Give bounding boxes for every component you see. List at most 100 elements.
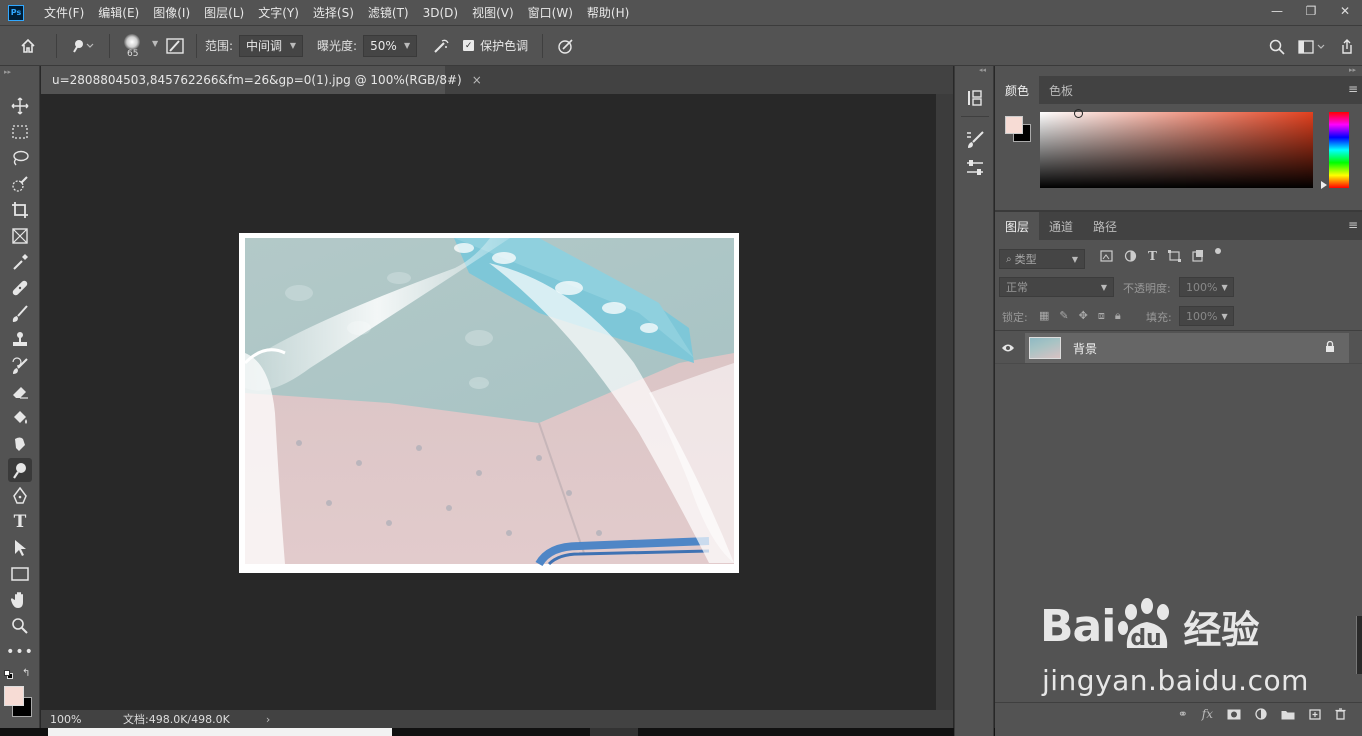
pen-tool-icon[interactable] bbox=[8, 484, 32, 508]
zoom-tool-icon[interactable] bbox=[8, 614, 32, 638]
brush-size-picker[interactable]: 65 ▼ bbox=[118, 29, 162, 63]
paint-bucket-tool-icon[interactable] bbox=[8, 406, 32, 430]
eraser-tool-icon[interactable] bbox=[8, 380, 32, 404]
hue-slider[interactable] bbox=[1329, 112, 1349, 188]
fill-input[interactable]: 100% ▼ bbox=[1179, 306, 1234, 326]
brush-settings-panel-icon[interactable] bbox=[965, 130, 985, 153]
layer-item[interactable]: 背景 bbox=[1025, 333, 1349, 363]
brush-tool-icon[interactable] bbox=[8, 302, 32, 326]
tab-swatches[interactable]: 色板 bbox=[1039, 76, 1083, 104]
photo-mosquito-net bbox=[243, 238, 734, 567]
layer-visibility-eye-icon[interactable] bbox=[1001, 342, 1015, 356]
share-icon[interactable] bbox=[1332, 34, 1362, 60]
move-tool-icon[interactable] bbox=[8, 94, 32, 118]
menu-select[interactable]: 选择(S) bbox=[313, 4, 354, 21]
panel-menu-icon[interactable]: ≡ bbox=[1348, 218, 1358, 232]
protect-tones-checkbox[interactable]: ✓ 保护色调 bbox=[463, 37, 528, 54]
quick-selection-tool-icon[interactable] bbox=[8, 172, 32, 196]
path-selection-tool-icon[interactable] bbox=[8, 536, 32, 560]
tab-color[interactable]: 颜色 bbox=[995, 76, 1040, 104]
menu-3d[interactable]: 3D(D) bbox=[423, 6, 458, 20]
collapse-arrows-icon[interactable]: ▸▸ bbox=[4, 68, 11, 76]
pressure-size-icon[interactable] bbox=[551, 33, 581, 59]
close-tab-icon[interactable]: × bbox=[472, 73, 482, 87]
tab-channels[interactable]: 通道 bbox=[1039, 212, 1083, 240]
type-tool-icon[interactable]: T bbox=[8, 510, 32, 534]
minimize-button[interactable]: — bbox=[1260, 0, 1294, 22]
lock-image-pixels-icon[interactable]: ✎ bbox=[1059, 309, 1068, 323]
tab-paths[interactable]: 路径 bbox=[1083, 212, 1127, 240]
panel-menu-icon[interactable]: ≡ bbox=[1348, 82, 1358, 96]
adjustments-panel-icon[interactable] bbox=[965, 158, 985, 181]
hand-tool-icon[interactable] bbox=[8, 588, 32, 612]
collapse-arrows-icon[interactable]: ◂◂ bbox=[979, 66, 986, 74]
healing-brush-tool-icon[interactable] bbox=[8, 276, 32, 300]
home-icon[interactable] bbox=[8, 31, 48, 61]
menu-help[interactable]: 帮助(H) bbox=[587, 4, 629, 21]
add-mask-icon[interactable] bbox=[1227, 709, 1241, 720]
filter-toggle-icon[interactable] bbox=[1214, 248, 1221, 254]
menu-filter[interactable]: 滤镜(T) bbox=[368, 4, 409, 21]
restore-button[interactable]: ❐ bbox=[1294, 0, 1328, 22]
exposure-input[interactable]: 50% ▼ bbox=[363, 34, 418, 57]
menu-window[interactable]: 窗口(W) bbox=[528, 4, 573, 21]
range-select[interactable]: 中间调 ▼ bbox=[239, 34, 304, 57]
lock-label: 锁定: bbox=[1002, 311, 1028, 324]
lock-position-icon[interactable]: ✥ bbox=[1079, 309, 1088, 323]
airbrush-icon[interactable] bbox=[423, 33, 459, 59]
blend-mode-select[interactable]: 正常 ▼ bbox=[999, 277, 1114, 297]
eyedropper-tool-icon[interactable] bbox=[8, 250, 32, 274]
close-button[interactable]: ✕ bbox=[1328, 0, 1362, 22]
tab-layers[interactable]: 图层 bbox=[995, 212, 1040, 240]
more-tools-icon[interactable]: ••• bbox=[6, 640, 33, 664]
brush-size: 65 bbox=[127, 48, 139, 59]
color-panel-foreground-swatch[interactable] bbox=[1005, 116, 1023, 134]
lock-artboard-icon[interactable]: ⧈ bbox=[1098, 309, 1105, 323]
clone-stamp-tool-icon[interactable] bbox=[8, 328, 32, 352]
menu-view[interactable]: 视图(V) bbox=[472, 4, 514, 21]
opacity-input[interactable]: 100% ▼ bbox=[1179, 277, 1234, 297]
lock-all-icon[interactable]: 🔒︎ bbox=[1115, 309, 1121, 323]
dodge-tool-preset-icon[interactable] bbox=[65, 31, 101, 61]
vertical-scrollbar[interactable] bbox=[936, 94, 953, 710]
rectangle-tool-icon[interactable] bbox=[8, 562, 32, 586]
search-icon[interactable] bbox=[1262, 34, 1292, 60]
collapse-arrows-icon[interactable]: ▸▸ bbox=[1349, 66, 1356, 74]
filter-adjustment-icon[interactable] bbox=[1124, 250, 1137, 262]
menu-image[interactable]: 图像(I) bbox=[153, 4, 190, 21]
menu-type[interactable]: 文字(Y) bbox=[258, 4, 299, 21]
filter-type-icon[interactable]: T bbox=[1148, 250, 1157, 262]
swap-colors-icon[interactable]: ↰ bbox=[22, 668, 30, 679]
filter-pixel-icon[interactable] bbox=[1100, 250, 1113, 262]
marquee-tool-icon[interactable] bbox=[8, 120, 32, 144]
zoom-level[interactable]: 100% bbox=[50, 713, 90, 726]
document-tab[interactable]: u=2808804503,845762266&fm=26&gp=0(1).jpg… bbox=[41, 66, 482, 94]
lock-transparent-pixels-icon[interactable]: ▦ bbox=[1039, 309, 1049, 323]
dodge-tool-icon[interactable] bbox=[8, 458, 32, 482]
new-group-folder-icon[interactable] bbox=[1281, 709, 1295, 720]
color-picker-cursor[interactable] bbox=[1074, 109, 1083, 118]
menu-file[interactable]: 文件(F) bbox=[44, 4, 84, 21]
filter-smart-object-icon[interactable] bbox=[1192, 250, 1204, 262]
filter-shape-icon[interactable] bbox=[1167, 250, 1181, 262]
frame-tool-icon[interactable] bbox=[8, 224, 32, 248]
hue-slider-handle[interactable] bbox=[1321, 181, 1327, 189]
menu-edit[interactable]: 编辑(E) bbox=[98, 4, 139, 21]
smudge-tool-icon[interactable] bbox=[8, 432, 32, 456]
history-panel-icon[interactable] bbox=[965, 88, 985, 111]
baidu-jingyan-watermark: Bai du 经验 jingyan.baidu.com bbox=[1040, 590, 1340, 710]
color-picker-field[interactable] bbox=[1040, 109, 1313, 188]
default-colors-icon[interactable] bbox=[4, 670, 13, 679]
exposure-value: 50% bbox=[370, 38, 397, 53]
brush-settings-icon[interactable] bbox=[162, 33, 188, 59]
history-brush-tool-icon[interactable] bbox=[8, 354, 32, 378]
document-canvas[interactable] bbox=[239, 233, 739, 573]
photoshop-logo-icon[interactable]: Ps bbox=[8, 4, 24, 21]
lasso-tool-icon[interactable] bbox=[8, 146, 32, 170]
workspace-switcher-icon[interactable] bbox=[1292, 34, 1332, 60]
layer-filter-select[interactable]: ⌕ 类型 ▼ bbox=[999, 249, 1085, 269]
status-menu-arrow-icon[interactable]: › bbox=[266, 713, 270, 726]
foreground-color-swatch[interactable] bbox=[4, 686, 24, 706]
menu-layer[interactable]: 图层(L) bbox=[204, 4, 244, 21]
crop-tool-icon[interactable] bbox=[8, 198, 32, 222]
